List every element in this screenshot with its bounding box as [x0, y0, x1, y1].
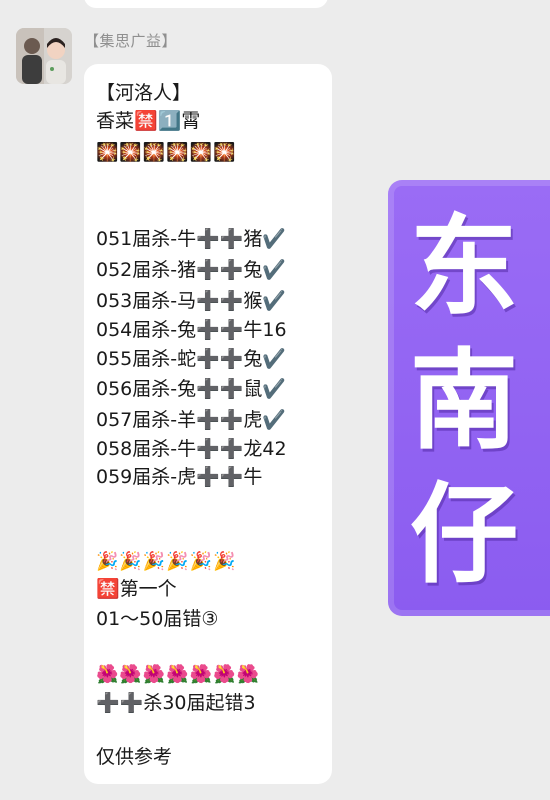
message-line: 🈲第一个 — [96, 578, 177, 600]
message-line: 【河洛人】 — [96, 82, 192, 104]
message-line: 059届杀-虎➕➕牛 — [96, 466, 263, 488]
message-line: 056届杀-兔➕➕鼠✔️ — [96, 378, 287, 400]
sticker-image[interactable]: 东 南 仔 — [388, 180, 550, 616]
message-bubble[interactable]: 【河洛人】 香菜🈲1️⃣霄 🎇🎇🎇🎇🎇🎇 051届杀-牛➕➕猪✔️ 052届杀-… — [84, 64, 332, 784]
sender-name: 【集思广益】 — [84, 32, 178, 50]
person-photo-avatar-icon — [16, 28, 72, 84]
chat-screen: 【集思广益】 【河洛人】 香菜🈲1️⃣霄 🎇🎇🎇🎇🎇🎇 051届杀-牛➕➕猪✔️… — [0, 0, 550, 800]
message-line: 054届杀-兔➕➕牛16 — [96, 319, 287, 341]
message-line: 香菜🈲1️⃣霄 — [96, 110, 201, 132]
sticker-char: 南 — [410, 339, 519, 464]
message-line: 057届杀-羊➕➕虎✔️ — [96, 409, 287, 431]
previous-message-bubble — [84, 0, 328, 8]
avatar[interactable] — [16, 28, 72, 84]
message-line: 01～50届错③ — [96, 608, 219, 630]
message-line: 055届杀-蛇➕➕兔✔️ — [96, 348, 287, 370]
firework-emoji-row: 🎇🎇🎇🎇🎇🎇 — [96, 142, 237, 163]
message-line: 051届杀-牛➕➕猪✔️ — [96, 228, 287, 250]
message-line: 058届杀-牛➕➕龙42 — [96, 438, 287, 460]
party-emoji-row: 🎉🎉🎉🎉🎉🎉 — [96, 551, 237, 572]
sticker-char: 仔 — [410, 473, 519, 598]
flower-emoji-row: 🌺🌺🌺🌺🌺🌺🌺 — [96, 664, 260, 685]
message-line: ➕➕杀30届起错3 — [96, 692, 256, 714]
message-line: 仅供参考 — [96, 746, 173, 768]
message-line: 053届杀-马➕➕猴✔️ — [96, 290, 287, 312]
sticker-char: 东 — [410, 205, 519, 330]
message-line: 052届杀-猪➕➕兔✔️ — [96, 259, 287, 281]
